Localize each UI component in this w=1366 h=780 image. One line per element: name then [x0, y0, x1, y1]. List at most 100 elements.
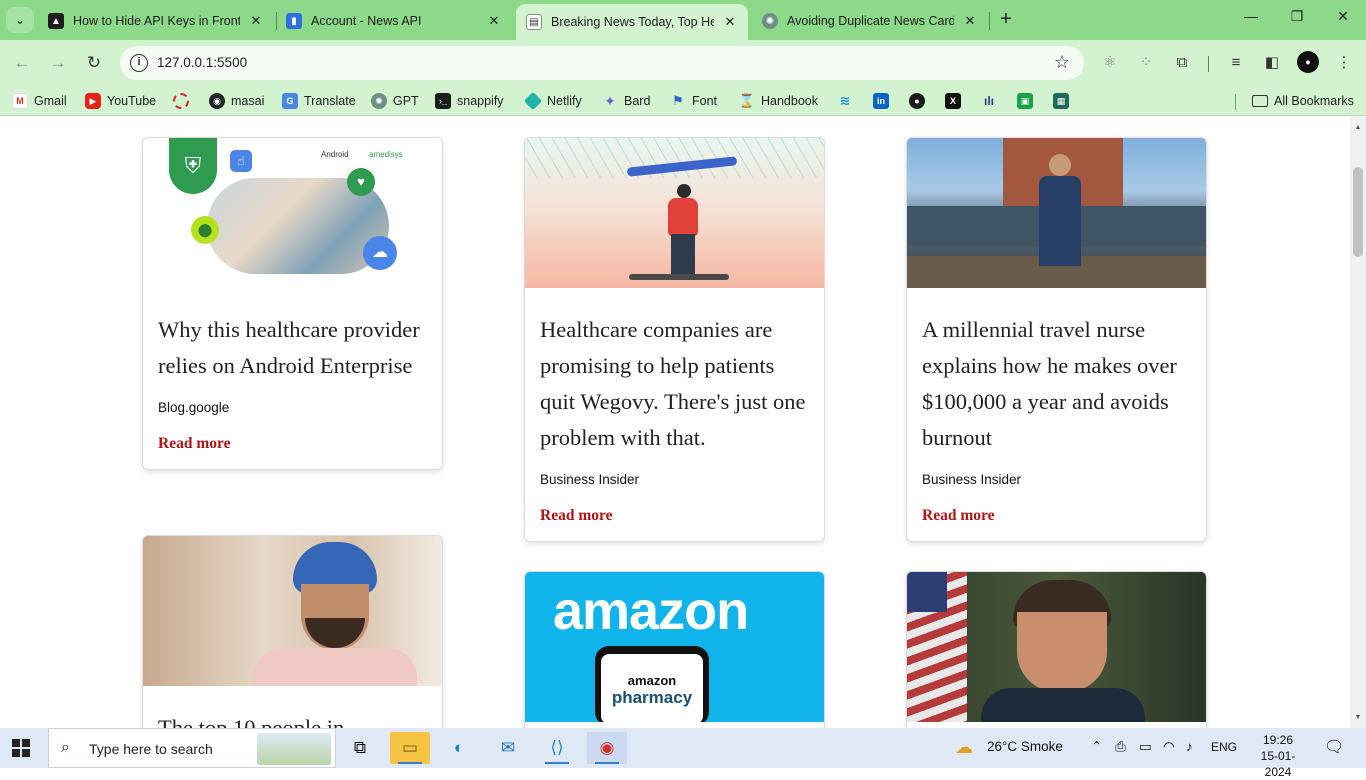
side-panel-icon[interactable]: ◧: [1261, 52, 1283, 74]
read-more-link[interactable]: Read more: [158, 435, 427, 453]
tab-breaking-news[interactable]: ▤ Breaking News Today, Top Head ✕: [516, 4, 748, 40]
vscode-icon[interactable]: ⟨⟩: [537, 732, 577, 764]
bookmark-translate[interactable]: G Translate: [282, 92, 356, 110]
mail-icon[interactable]: ✉: [488, 732, 528, 764]
taskbar-search-box[interactable]: ⌕ Type here to search: [48, 728, 336, 768]
openai-icon: ✺: [371, 93, 387, 109]
tab-account-news-api[interactable]: ▮ Account - News API ✕: [276, 6, 512, 36]
loading-dots-icon[interactable]: ⁘: [1135, 52, 1157, 74]
bookmark-snappify[interactable]: ›_ snappify: [435, 92, 504, 110]
bookmark-masai[interactable]: ◉ masai: [209, 92, 264, 110]
phone-frame: amazon pharmacy: [595, 646, 709, 722]
tab-avoiding-duplicates[interactable]: ✺ Avoiding Duplicate News Cards ✕: [752, 6, 988, 36]
reload-button[interactable]: ↻: [82, 51, 106, 75]
translate-icon: G: [282, 93, 298, 109]
tab-hide-api-keys[interactable]: ▲ How to Hide API Keys in Fronte ✕: [38, 6, 274, 36]
extensions-puzzle-icon[interactable]: ⧉: [1171, 52, 1193, 74]
shield-icon: ⛨: [169, 138, 217, 194]
illustration-person-image: [525, 138, 824, 288]
task-view-icon[interactable]: ⧉: [340, 732, 380, 764]
new-tab-button[interactable]: +: [994, 8, 1018, 32]
close-window-button[interactable]: ✕: [1320, 8, 1366, 32]
scroll-up-icon[interactable]: ▲: [1350, 121, 1366, 135]
bookmark-youtube[interactable]: ▶ YouTube: [85, 92, 156, 110]
page-scrollbar[interactable]: ▲ ▼: [1350, 117, 1366, 728]
read-more-link[interactable]: Read more: [540, 507, 809, 525]
newsapi-icon: ▮: [286, 13, 302, 29]
chrome-icon[interactable]: ◉: [587, 732, 627, 764]
article-title: Why this healthcare provider relies on A…: [158, 317, 420, 378]
tab-title: How to Hide API Keys in Fronte: [73, 14, 240, 28]
bookmark-netlify[interactable]: Netlify: [523, 91, 582, 111]
bookmark-label: Translate: [304, 94, 356, 108]
back-button[interactable]: ←: [10, 51, 34, 75]
edge-icon[interactable]: ◐: [439, 732, 479, 764]
man-face: [1017, 612, 1107, 692]
waves-icon[interactable]: ≋: [837, 93, 853, 109]
info-icon[interactable]: i: [130, 54, 148, 72]
heart-rate-icon: ♥: [347, 168, 375, 196]
pharmacy-text: pharmacy: [611, 688, 693, 707]
healthcare-android-image: ⛨ ☝ Android amedisys ♥ ⬤ ☁: [143, 138, 442, 288]
forward-button[interactable]: →: [46, 51, 70, 75]
weather-text[interactable]: 26°C Smoke: [987, 739, 1063, 754]
close-icon[interactable]: ✕: [486, 13, 502, 29]
search-icon: ⌕: [61, 739, 70, 756]
bookmark-label: Gmail: [34, 94, 67, 108]
close-icon[interactable]: ✕: [248, 13, 264, 29]
url-text[interactable]: 127.0.0.1:5500: [157, 55, 247, 70]
news-card: A millennial travel nurse explains how h…: [906, 137, 1207, 542]
restore-button[interactable]: ❐: [1274, 8, 1320, 32]
windows-start-icon[interactable]: [12, 739, 30, 757]
bookmark-gmail[interactable]: M Gmail: [12, 92, 67, 110]
news-card: ⛨ ☝ Android amedisys ♥ ⬤ ☁ Why this heal…: [142, 137, 443, 470]
bookmark-bard[interactable]: ✦ Bard: [602, 92, 650, 110]
grid-app-icon[interactable]: ▦: [1053, 93, 1069, 109]
amazon-small-text: amazon: [627, 673, 677, 688]
news-card: Healthcare companies are promising to he…: [524, 137, 825, 542]
bookmark-label: Netlify: [547, 94, 582, 108]
minimize-button[interactable]: —: [1228, 8, 1274, 32]
green-square-icon[interactable]: ▣: [1017, 93, 1033, 109]
clock-date: 15-01-2024: [1260, 749, 1296, 779]
profile-avatar[interactable]: ●: [1297, 51, 1319, 73]
android-logo: Android: [321, 150, 349, 159]
react-devtools-icon[interactable]: ⚛: [1099, 52, 1121, 74]
reload-icon: ↻: [86, 53, 102, 72]
language-indicator[interactable]: ENG: [1211, 740, 1237, 754]
scroll-down-icon[interactable]: ▼: [1350, 711, 1366, 725]
close-icon[interactable]: ✕: [962, 13, 978, 29]
bookmark-font[interactable]: ⚑ Font: [670, 92, 717, 110]
kebab-menu-icon[interactable]: ⋮: [1333, 52, 1355, 74]
masai-ring-icon[interactable]: [173, 93, 189, 109]
scrollbar-thumb[interactable]: [1353, 167, 1363, 257]
file-explorer-icon[interactable]: ▭: [390, 732, 430, 764]
article-title: The top 10 people in: [158, 715, 345, 728]
close-icon[interactable]: ✕: [722, 14, 738, 30]
page-viewport: ⛨ ☝ Android amedisys ♥ ⬤ ☁ Why this heal…: [0, 117, 1350, 728]
chatgpt-icon: ✺: [762, 13, 778, 29]
media-control-icon[interactable]: ≡: [1225, 52, 1247, 74]
chevron-up-icon[interactable]: ⌃: [1091, 739, 1102, 755]
x-twitter-icon[interactable]: X: [945, 93, 961, 109]
all-bookmarks-label: All Bookmarks: [1274, 94, 1354, 108]
notification-icon[interactable]: 🗨: [1324, 737, 1344, 757]
github-icon[interactable]: ●: [909, 93, 925, 109]
bookmark-label: snappify: [457, 94, 504, 108]
bookmark-gpt[interactable]: ✺ GPT: [371, 92, 419, 110]
star-icon[interactable]: ☆: [1054, 52, 1070, 73]
speaker-icon[interactable]: ♪: [1186, 739, 1193, 754]
tab-search-dropdown[interactable]: ⌄: [6, 7, 34, 33]
read-more-link[interactable]: Read more: [922, 507, 1191, 525]
taskbar-clock[interactable]: 19:26 15-01-2024: [1250, 732, 1306, 780]
weather-icon[interactable]: ☁: [955, 737, 973, 758]
device-icon[interactable]: ⎙: [1115, 739, 1126, 755]
linkedin-icon[interactable]: in: [873, 93, 889, 109]
wifi-icon[interactable]: ◠: [1163, 739, 1175, 755]
battery-icon[interactable]: ▭: [1139, 739, 1152, 755]
news-card: amazon amazon pharmacy: [524, 571, 825, 728]
bookmark-handbook[interactable]: ⌛ Handbook: [739, 92, 818, 110]
all-bookmarks-button[interactable]: All Bookmarks: [1252, 92, 1354, 110]
codeforces-icon[interactable]: ılı: [981, 93, 997, 109]
address-bar[interactable]: i 127.0.0.1:5500 ☆: [120, 46, 1084, 80]
